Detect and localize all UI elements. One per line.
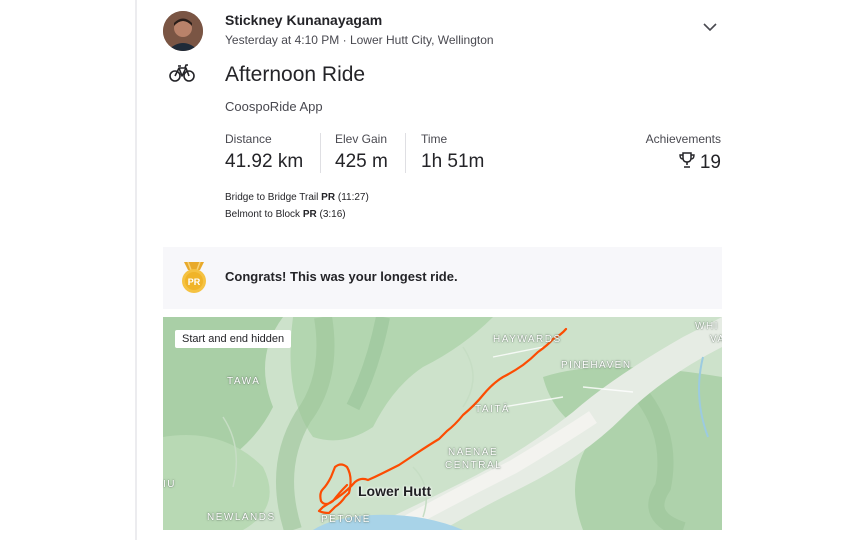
distance-value: 41.92 km xyxy=(225,151,304,172)
place-label: CENTRAL xyxy=(445,460,503,471)
place-label: VA xyxy=(710,334,722,345)
segment-time: (3:16) xyxy=(319,209,346,220)
place-label-city: Lower Hutt xyxy=(358,483,432,499)
activity-title[interactable]: Afternoon Ride xyxy=(225,63,365,87)
place-label: IU xyxy=(163,479,176,490)
stat-divider xyxy=(405,133,406,173)
segment-effort[interactable]: Bridge to Bridge Trail PR (11:27) xyxy=(225,192,369,203)
athlete-name[interactable]: Stickney Kunanayagam xyxy=(225,12,382,28)
bike-icon xyxy=(169,63,195,83)
route-map[interactable]: Start and end hidden HAYWARDS WHI VA PIN… xyxy=(163,317,722,530)
stat-time: Time 1h 51m xyxy=(421,132,484,173)
chevron-down-icon[interactable] xyxy=(701,18,719,36)
place-label: WHI xyxy=(695,321,719,332)
pr-label: PR xyxy=(321,192,336,203)
banner-message: Congrats! This was your longest ride. xyxy=(225,269,458,284)
activity-card: Stickney Kunanayagam Yesterday at 4:10 P… xyxy=(137,0,737,540)
place-label: TAITĀ xyxy=(475,404,511,415)
stat-elevation: Elev Gain 425 m xyxy=(335,132,388,173)
place-label: PINEHAVEN xyxy=(561,360,632,371)
device-name: CoospoRide App xyxy=(225,99,323,114)
medal-text: PR xyxy=(188,277,201,287)
elev-value: 425 m xyxy=(335,151,388,172)
stat-distance: Distance 41.92 km xyxy=(225,132,303,173)
pr-label: PR xyxy=(302,209,317,220)
place-label: PETONE xyxy=(321,514,371,525)
trophy-icon xyxy=(678,151,696,174)
avatar[interactable] xyxy=(163,11,203,51)
privacy-badge: Start and end hidden xyxy=(175,330,292,348)
time-value: 1h 51m xyxy=(421,151,485,172)
segment-time: (11:27) xyxy=(337,192,369,203)
activity-meta: Yesterday at 4:10 PM · Lower Hutt City, … xyxy=(225,33,494,47)
segment-name: Belmont to Block xyxy=(225,209,301,220)
distance-label: Distance xyxy=(225,132,272,146)
segment-name: Bridge to Bridge Trail xyxy=(225,192,319,203)
segment-effort[interactable]: Belmont to Block PR (3:16) xyxy=(225,209,346,220)
place-label: NAENAE xyxy=(448,447,499,458)
place-label: HAYWARDS xyxy=(493,334,562,345)
achievements-label: Achievements xyxy=(645,132,721,146)
achievements-value: 19 xyxy=(699,151,721,173)
pr-medal-icon: PR xyxy=(181,261,207,295)
achievements[interactable]: Achievements 19 xyxy=(646,132,721,174)
place-label: TAWA xyxy=(227,376,261,387)
time-label: Time xyxy=(421,132,448,146)
elev-label: Elev Gain xyxy=(335,132,388,146)
stat-divider xyxy=(320,133,321,173)
place-label: NEWLANDS xyxy=(207,512,276,523)
longest-ride-banner: PR Congrats! This was your longest ride. xyxy=(163,247,722,309)
